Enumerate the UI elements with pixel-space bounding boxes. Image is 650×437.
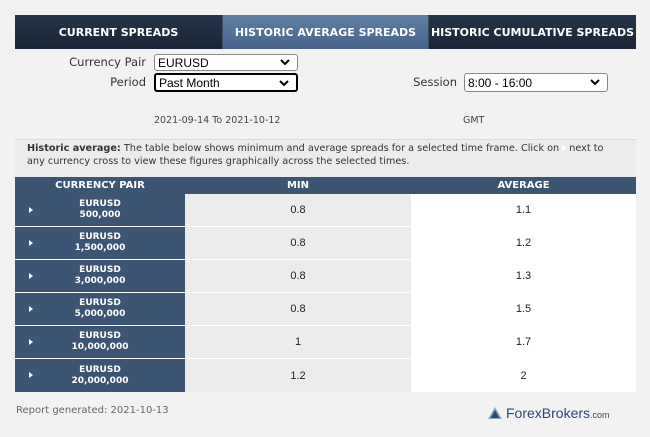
caret-right-icon[interactable] <box>29 240 33 246</box>
report-generated: Report generated: 2021-10-13 <box>16 405 169 416</box>
caret-right-icon[interactable] <box>29 207 33 213</box>
table-row: EURUSD 1,500,000 0.8 1.2 <box>15 227 636 260</box>
pair-name: EURUSD <box>79 298 121 308</box>
session-select[interactable]: 8:00 - 16:00 <box>464 73 608 92</box>
pair-size: 10,000,000 <box>71 342 129 352</box>
table-row: EURUSD 500,000 0.8 1.1 <box>15 194 636 227</box>
chevron-down-icon <box>279 80 289 87</box>
pair-size: 5,000,000 <box>74 309 126 319</box>
pair-name: EURUSD <box>79 232 121 242</box>
header-average: AVERAGE <box>497 180 550 191</box>
timezone-label: GMT <box>463 115 485 126</box>
average-cell: 1.3 <box>411 260 636 292</box>
currency-pair-cell[interactable]: EURUSD 500,000 <box>15 194 185 226</box>
tab-bar: CURRENT SPREADS HISTORIC AVERAGE SPREADS… <box>15 15 636 49</box>
table-header: CURRENCY PAIR MIN AVERAGE <box>15 177 636 194</box>
currency-pair-select[interactable]: EURUSD <box>154 54 298 71</box>
session-value: 8:00 - 16:00 <box>468 75 533 90</box>
header-min: MIN <box>286 180 310 191</box>
tab-historic-cumulative-spreads[interactable]: HISTORIC CUMULATIVE SPREADS <box>429 15 636 49</box>
watermark-name: ForexBrokers <box>506 405 591 421</box>
description-bold: Historic average: <box>27 143 121 154</box>
description-part-1: The table below shows minimum and averag… <box>120 143 560 154</box>
description-text: Historic average: The table below shows … <box>15 139 636 177</box>
caret-right-icon[interactable] <box>29 306 33 312</box>
average-cell: 1.7 <box>411 326 636 358</box>
min-cell: 1 <box>185 326 411 358</box>
caret-right-icon[interactable] <box>29 339 33 345</box>
table-row: EURUSD 10,000,000 1 1.7 <box>15 326 636 359</box>
min-cell: 0.8 <box>185 293 411 325</box>
table-row: EURUSD 20,000,000 1.2 2 <box>15 359 636 392</box>
average-cell: 2 <box>411 359 636 392</box>
table-row: EURUSD 5,000,000 0.8 1.5 <box>15 293 636 326</box>
spreads-panel: CURRENT SPREADS HISTORIC AVERAGE SPREADS… <box>15 15 636 420</box>
date-range: 2021-09-14 To 2021-10-12 <box>154 115 281 126</box>
min-cell: 0.8 <box>185 227 411 259</box>
period-select[interactable]: Past Month <box>154 73 298 92</box>
currency-pair-label: Currency Pair <box>69 55 146 69</box>
average-cell: 1.2 <box>411 227 636 259</box>
filter-form: Currency Pair EURUSD Period Past Month S… <box>15 49 636 139</box>
currency-pair-cell[interactable]: EURUSD 10,000,000 <box>15 326 185 358</box>
currency-pair-cell[interactable]: EURUSD 5,000,000 <box>15 293 185 325</box>
bull-logo-icon <box>488 407 502 419</box>
currency-pair-cell[interactable]: EURUSD 1,500,000 <box>15 227 185 259</box>
min-cell: 0.8 <box>185 194 411 226</box>
table-row: EURUSD 3,000,000 0.8 1.3 <box>15 260 636 293</box>
tab-historic-average-spreads[interactable]: HISTORIC AVERAGE SPREADS <box>223 15 429 49</box>
pair-name: EURUSD <box>79 199 121 209</box>
tab-current-spreads[interactable]: CURRENT SPREADS <box>15 15 223 49</box>
caret-right-icon <box>562 145 567 151</box>
watermark-suffix: .com <box>590 409 610 420</box>
forexbrokers-watermark: ForexBrokers .com <box>487 405 610 421</box>
chevron-down-icon <box>590 79 600 86</box>
pair-name: EURUSD <box>79 265 121 275</box>
caret-right-icon[interactable] <box>29 273 33 279</box>
min-cell: 0.8 <box>185 260 411 292</box>
period-value: Past Month <box>159 75 220 90</box>
pair-size: 500,000 <box>79 210 121 220</box>
header-currency-pair: CURRENCY PAIR <box>55 180 145 191</box>
pair-size: 3,000,000 <box>74 276 126 286</box>
average-cell: 1.1 <box>411 194 636 226</box>
currency-pair-value: EURUSD <box>158 55 209 70</box>
average-cell: 1.5 <box>411 293 636 325</box>
pair-size: 1,500,000 <box>74 243 126 253</box>
spreads-table: CURRENCY PAIR MIN AVERAGE EURUSD 500,000… <box>15 177 636 392</box>
currency-pair-cell[interactable]: EURUSD 3,000,000 <box>15 260 185 292</box>
pair-name: EURUSD <box>79 364 121 375</box>
period-label: Period <box>110 75 146 89</box>
currency-pair-cell[interactable]: EURUSD 20,000,000 <box>15 359 185 392</box>
pair-size: 20,000,000 <box>71 375 129 386</box>
pair-name: EURUSD <box>79 331 121 341</box>
min-cell: 1.2 <box>185 359 411 392</box>
caret-right-icon[interactable] <box>29 372 33 378</box>
session-label: Session <box>413 75 457 89</box>
chevron-down-icon <box>280 59 290 66</box>
